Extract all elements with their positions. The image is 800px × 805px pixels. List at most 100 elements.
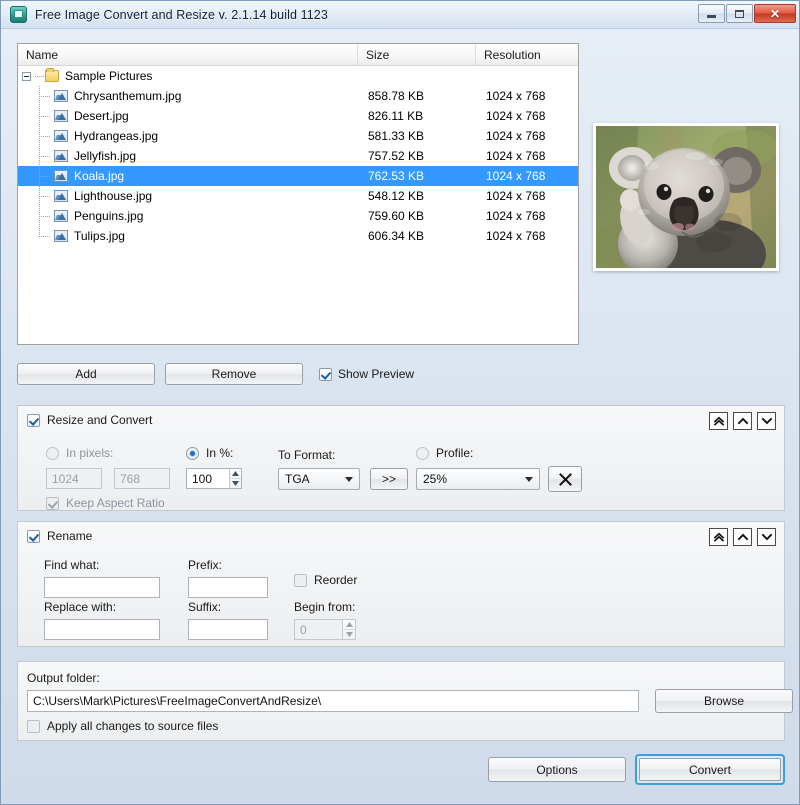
suffix-input[interactable] (188, 619, 268, 640)
chevron-down-icon (345, 477, 353, 482)
profile-value: 25% (423, 472, 448, 486)
cell-name: Desert.jpg (18, 106, 358, 126)
begin-from-input[interactable] (295, 620, 343, 639)
application-window: Free Image Convert and Resize v. 2.1.14 … (0, 0, 800, 805)
expand-button[interactable] (757, 528, 776, 546)
x-icon (558, 472, 572, 486)
collapse-all-button[interactable] (709, 528, 728, 546)
browse-button[interactable]: Browse (655, 689, 793, 713)
profile-radio[interactable]: Profile: (416, 446, 473, 460)
file-list[interactable]: Name Size Resolution Sample Pictures Chr… (17, 43, 579, 345)
table-row[interactable]: Lighthouse.jpg 548.12 KB 1024 x 768 (18, 186, 578, 206)
in-percent-radio[interactable]: In %: (186, 446, 233, 460)
image-file-icon (54, 210, 68, 222)
table-row[interactable]: Chrysanthemum.jpg 858.78 KB 1024 x 768 (18, 86, 578, 106)
collapse-button[interactable] (733, 412, 752, 430)
file-name-label: Chrysanthemum.jpg (74, 89, 182, 103)
percent-stepper[interactable] (186, 468, 242, 489)
table-row[interactable]: Tulips.jpg 606.34 KB 1024 x 768 (18, 226, 578, 246)
profile-select[interactable]: 25% (416, 468, 540, 490)
tree-connector (32, 106, 54, 126)
output-folder-label: Output folder: (27, 671, 100, 685)
cell-resolution: 1024 x 768 (486, 149, 546, 163)
format-value: TGA (285, 472, 310, 486)
checkbox-icon (319, 367, 332, 381)
cell-name: Jellyfish.jpg (18, 146, 358, 166)
find-what-input[interactable] (44, 577, 160, 598)
caret-up-icon (345, 622, 353, 627)
table-row[interactable]: Hydrangeas.jpg 581.33 KB 1024 x 768 (18, 126, 578, 146)
begin-from-spin-up[interactable] (343, 620, 355, 630)
minimize-icon (707, 15, 716, 18)
chevron-down-icon (525, 477, 533, 482)
tree-connector (32, 126, 54, 146)
cell-name: Koala.jpg (18, 166, 358, 186)
close-button[interactable]: ✕ (754, 4, 796, 23)
in-pixels-radio[interactable]: In pixels: (46, 446, 113, 460)
resize-panel-header[interactable]: Resize and Convert (27, 413, 152, 427)
delete-profile-button[interactable] (548, 466, 582, 492)
list-toolbar: Add Remove Show Preview (17, 363, 414, 385)
begin-from-spin-buttons[interactable] (342, 620, 355, 639)
caret-down-icon (345, 632, 353, 637)
tree-connector (32, 86, 54, 106)
remove-button[interactable]: Remove (165, 363, 303, 385)
reorder-checkbox[interactable]: Reorder (294, 573, 357, 587)
column-header-size[interactable]: Size (358, 44, 476, 65)
height-input[interactable] (114, 468, 170, 489)
file-name-label: Hydrangeas.jpg (74, 129, 159, 143)
image-file-icon (54, 130, 68, 142)
column-header-resolution[interactable]: Resolution (476, 44, 578, 65)
table-row[interactable]: Desert.jpg 826.11 KB 1024 x 768 (18, 106, 578, 126)
tree-row-root[interactable]: Sample Pictures (18, 66, 578, 86)
percent-spin-buttons[interactable] (228, 469, 241, 488)
tree-connector (32, 206, 54, 226)
prefix-label: Prefix: (188, 558, 223, 572)
apply-to-source-checkbox[interactable]: Apply all changes to source files (27, 719, 218, 733)
minimize-button[interactable] (698, 4, 725, 23)
maximize-button[interactable] (726, 4, 753, 23)
expand-collapse-icon[interactable] (22, 71, 31, 81)
column-header-name[interactable]: Name (18, 44, 358, 65)
maximize-icon (735, 9, 744, 18)
file-list-header: Name Size Resolution (18, 44, 578, 66)
double-chevron-up-icon (713, 532, 724, 542)
root-folder-label: Sample Pictures (65, 69, 153, 83)
prefix-input[interactable] (188, 577, 268, 598)
image-preview (593, 123, 779, 271)
keep-aspect-ratio-checkbox[interactable]: Keep Aspect Ratio (46, 496, 165, 510)
apply-format-button[interactable]: >> (370, 468, 408, 490)
radio-icon (416, 446, 429, 460)
format-select[interactable]: TGA (278, 468, 360, 490)
width-input[interactable] (46, 468, 102, 489)
begin-from-stepper[interactable] (294, 619, 356, 640)
image-file-icon (54, 170, 68, 182)
image-file-icon (54, 110, 68, 122)
double-chevron-up-icon (713, 416, 724, 426)
add-button[interactable]: Add (17, 363, 155, 385)
convert-button[interactable]: Convert (639, 758, 781, 781)
rename-panel-header[interactable]: Rename (27, 529, 92, 543)
replace-with-input[interactable] (44, 619, 160, 640)
cell-name: Hydrangeas.jpg (18, 126, 358, 146)
collapse-all-button[interactable] (709, 412, 728, 430)
expand-button[interactable] (757, 412, 776, 430)
percent-input[interactable] (187, 469, 229, 488)
cell-resolution: 1024 x 768 (486, 129, 546, 143)
table-row[interactable]: Jellyfish.jpg 757.52 KB 1024 x 768 (18, 146, 578, 166)
cell-size: 581.33 KB (368, 129, 425, 143)
collapse-button[interactable] (733, 528, 752, 546)
begin-from-spin-down[interactable] (343, 630, 355, 639)
file-name-label: Desert.jpg (74, 109, 129, 123)
percent-spin-down[interactable] (230, 479, 241, 488)
output-folder-input[interactable] (27, 690, 639, 712)
percent-spin-up[interactable] (229, 469, 241, 479)
table-row[interactable]: Penguins.jpg 759.60 KB 1024 x 768 (18, 206, 578, 226)
show-preview-checkbox[interactable]: Show Preview (319, 367, 414, 381)
options-button[interactable]: Options (488, 757, 626, 782)
table-row[interactable]: Koala.jpg 762.53 KB 1024 x 768 (18, 166, 578, 186)
cell-resolution: 1024 x 768 (486, 189, 546, 203)
